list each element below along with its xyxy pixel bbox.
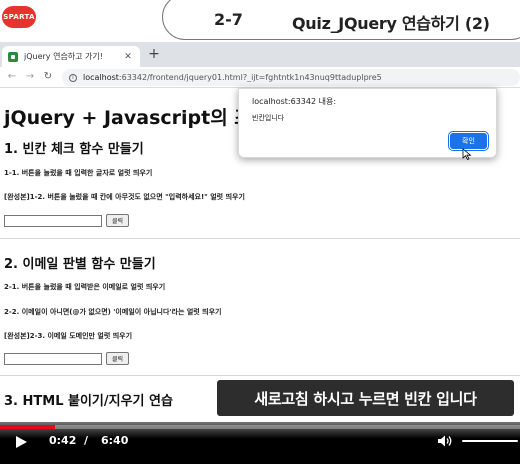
section2-heading: 2. 이메일 판별 함수 만들기 xyxy=(4,257,156,272)
blank-check-input[interactable] xyxy=(4,215,102,227)
total-time: 6:40 xyxy=(101,434,129,447)
blank-check-button[interactable]: 클릭 xyxy=(106,214,129,227)
forward-arrow-icon[interactable]: → xyxy=(23,70,37,84)
divider xyxy=(0,238,520,239)
volume-icon[interactable] xyxy=(437,434,453,448)
reload-icon[interactable]: ↻ xyxy=(41,70,55,84)
divider xyxy=(0,375,520,376)
browser-tab-bar: jQuery 연습하고 가기! ✕ xyxy=(0,42,520,67)
current-time: 0:42 xyxy=(49,434,77,447)
tab-title: jQuery 연습하고 가기! xyxy=(24,52,103,61)
alert-ok-button[interactable]: 확인 xyxy=(448,131,489,151)
volume-slider[interactable] xyxy=(462,440,518,442)
progress-fill xyxy=(0,425,55,429)
url-path: :63342/frontend/jquery01.html?_ijt=fghtn… xyxy=(118,73,382,82)
url-text: localhost:63342/frontend/jquery01.html?_… xyxy=(83,73,382,82)
section3-heading: 3. HTML 붙이기/지우기 연습 xyxy=(4,394,173,409)
email-input[interactable] xyxy=(4,353,102,365)
subtitle-caption: 새로고침 하시고 누르면 빈칸 입니다 xyxy=(217,380,514,416)
lesson-number: 2-7 xyxy=(214,10,243,29)
mouse-cursor-icon xyxy=(462,148,472,160)
url-host: localhost xyxy=(83,73,119,82)
section2-line2: 2-2. 이메일이 아니면(@가 없으면) '이메일이 아닙니다'라는 얼럿 띄… xyxy=(4,308,222,316)
favicon-icon xyxy=(8,51,18,62)
section2-line3: [완성본]2-3. 이메일 도메인만 얼럿 띄우기 xyxy=(4,332,133,340)
new-tab-button[interactable]: + xyxy=(146,45,162,63)
progress-bar[interactable] xyxy=(0,425,520,429)
back-arrow-icon[interactable]: ← xyxy=(5,70,19,84)
address-bar[interactable]: i localhost:63342/frontend/jquery01.html… xyxy=(62,69,520,86)
time-separator: / xyxy=(84,434,89,447)
alert-dialog: localhost:63342 내용: 빈칸입니다 확인 xyxy=(238,88,497,158)
play-icon[interactable] xyxy=(14,435,28,449)
section1-line1: 1-1. 버튼을 눌렀을 때 입력한 글자로 얼럿 띄우기 xyxy=(4,169,153,177)
lesson-title: Quiz_JQuery 연습하기 (2) xyxy=(292,14,490,33)
alert-title: localhost:63342 내용: xyxy=(252,97,337,106)
email-check-button[interactable]: 클릭 xyxy=(106,352,129,365)
section1-heading: 1. 빈칸 체크 함수 만들기 xyxy=(4,142,144,157)
section2-line1: 2-1. 버튼을 눌렀을 때 입력받은 이메일로 얼럿 띄우기 xyxy=(4,283,166,291)
lecture-header: SPARTA 2-7 Quiz_JQuery 연습하기 (2) xyxy=(0,0,520,42)
alert-message: 빈칸입니다 xyxy=(252,114,285,122)
close-tab-icon[interactable]: ✕ xyxy=(122,52,134,62)
section1-line2: [완성본]1-2. 버튼을 눌렀을 때 칸에 아무것도 없으면 "입력하세요!"… xyxy=(4,193,245,201)
sparta-logo: SPARTA xyxy=(2,6,36,28)
site-info-icon[interactable]: i xyxy=(69,73,77,82)
browser-tab[interactable]: jQuery 연습하고 가기! ✕ xyxy=(2,46,140,67)
